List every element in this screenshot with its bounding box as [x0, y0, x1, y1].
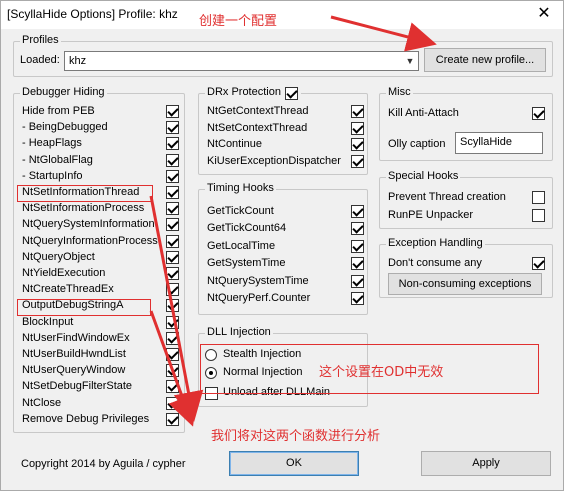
arrow-to-create-profile [330, 15, 437, 52]
options-window: [ScyllaHide Options] Profile: khz ✕ 创建一个… [0, 0, 564, 491]
annotation-arrows [149, 15, 437, 427]
arrow-from-outputdebugstringa [149, 310, 197, 427]
arrow-from-ntsetinformationthread [149, 195, 204, 422]
